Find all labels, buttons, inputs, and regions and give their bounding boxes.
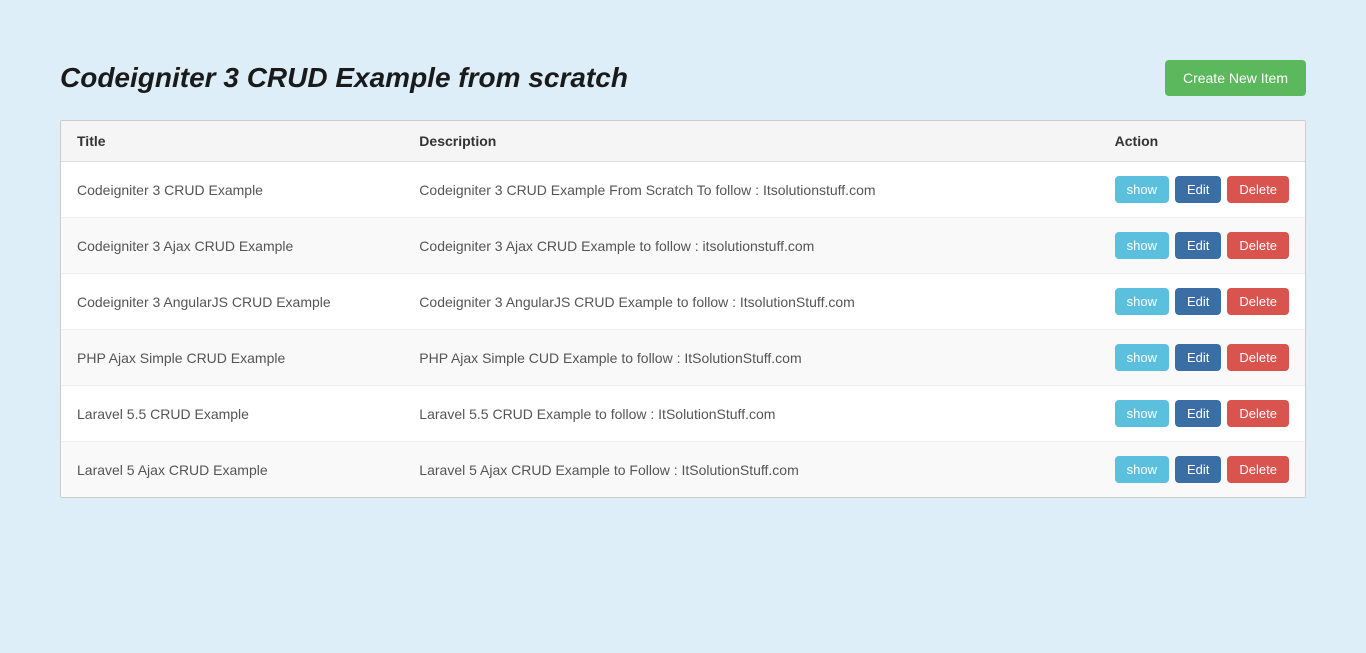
show-button[interactable]: show xyxy=(1115,456,1169,483)
edit-button[interactable]: Edit xyxy=(1175,232,1221,259)
edit-button[interactable]: Edit xyxy=(1175,176,1221,203)
cell-title: Laravel 5 Ajax CRUD Example xyxy=(61,442,403,498)
column-header-title: Title xyxy=(61,121,403,162)
table-row: Laravel 5 Ajax CRUD ExampleLaravel 5 Aja… xyxy=(61,442,1305,498)
cell-action: showEditDelete xyxy=(1099,386,1305,442)
action-buttons: showEditDelete xyxy=(1115,344,1289,371)
cell-description: Codeigniter 3 Ajax CRUD Example to follo… xyxy=(403,218,1098,274)
edit-button[interactable]: Edit xyxy=(1175,400,1221,427)
cell-description: Codeigniter 3 CRUD Example From Scratch … xyxy=(403,162,1098,218)
show-button[interactable]: show xyxy=(1115,232,1169,259)
items-table: Title Description Action Codeigniter 3 C… xyxy=(61,121,1305,497)
show-button[interactable]: show xyxy=(1115,288,1169,315)
show-button[interactable]: show xyxy=(1115,344,1169,371)
table-row: Codeigniter 3 AngularJS CRUD ExampleCode… xyxy=(61,274,1305,330)
cell-title: Codeigniter 3 CRUD Example xyxy=(61,162,403,218)
table-row: PHP Ajax Simple CRUD ExamplePHP Ajax Sim… xyxy=(61,330,1305,386)
cell-action: showEditDelete xyxy=(1099,442,1305,498)
edit-button[interactable]: Edit xyxy=(1175,344,1221,371)
show-button[interactable]: show xyxy=(1115,176,1169,203)
column-header-description: Description xyxy=(403,121,1098,162)
action-buttons: showEditDelete xyxy=(1115,176,1289,203)
table-header: Title Description Action xyxy=(61,121,1305,162)
delete-button[interactable]: Delete xyxy=(1227,344,1289,371)
delete-button[interactable]: Delete xyxy=(1227,400,1289,427)
cell-title: Laravel 5.5 CRUD Example xyxy=(61,386,403,442)
edit-button[interactable]: Edit xyxy=(1175,456,1221,483)
edit-button[interactable]: Edit xyxy=(1175,288,1221,315)
delete-button[interactable]: Delete xyxy=(1227,232,1289,259)
table-row: Laravel 5.5 CRUD ExampleLaravel 5.5 CRUD… xyxy=(61,386,1305,442)
action-buttons: showEditDelete xyxy=(1115,288,1289,315)
cell-description: Laravel 5 Ajax CRUD Example to Follow : … xyxy=(403,442,1098,498)
cell-title: Codeigniter 3 Ajax CRUD Example xyxy=(61,218,403,274)
table-row: Codeigniter 3 Ajax CRUD ExampleCodeignit… xyxy=(61,218,1305,274)
table-body: Codeigniter 3 CRUD ExampleCodeigniter 3 … xyxy=(61,162,1305,498)
action-buttons: showEditDelete xyxy=(1115,400,1289,427)
action-buttons: showEditDelete xyxy=(1115,456,1289,483)
cell-title: Codeigniter 3 AngularJS CRUD Example xyxy=(61,274,403,330)
cell-action: showEditDelete xyxy=(1099,274,1305,330)
delete-button[interactable]: Delete xyxy=(1227,176,1289,203)
cell-action: showEditDelete xyxy=(1099,218,1305,274)
items-table-container: Title Description Action Codeigniter 3 C… xyxy=(60,120,1306,498)
delete-button[interactable]: Delete xyxy=(1227,456,1289,483)
create-new-item-button[interactable]: Create New Item xyxy=(1165,60,1306,96)
column-header-action: Action xyxy=(1099,121,1305,162)
delete-button[interactable]: Delete xyxy=(1227,288,1289,315)
cell-action: showEditDelete xyxy=(1099,330,1305,386)
page-title: Codeigniter 3 CRUD Example from scratch xyxy=(60,62,628,94)
show-button[interactable]: show xyxy=(1115,400,1169,427)
cell-description: PHP Ajax Simple CUD Example to follow : … xyxy=(403,330,1098,386)
page-header: Codeigniter 3 CRUD Example from scratch … xyxy=(60,60,1306,96)
cell-title: PHP Ajax Simple CRUD Example xyxy=(61,330,403,386)
cell-action: showEditDelete xyxy=(1099,162,1305,218)
cell-description: Laravel 5.5 CRUD Example to follow : ItS… xyxy=(403,386,1098,442)
cell-description: Codeigniter 3 AngularJS CRUD Example to … xyxy=(403,274,1098,330)
action-buttons: showEditDelete xyxy=(1115,232,1289,259)
table-row: Codeigniter 3 CRUD ExampleCodeigniter 3 … xyxy=(61,162,1305,218)
table-header-row: Title Description Action xyxy=(61,121,1305,162)
